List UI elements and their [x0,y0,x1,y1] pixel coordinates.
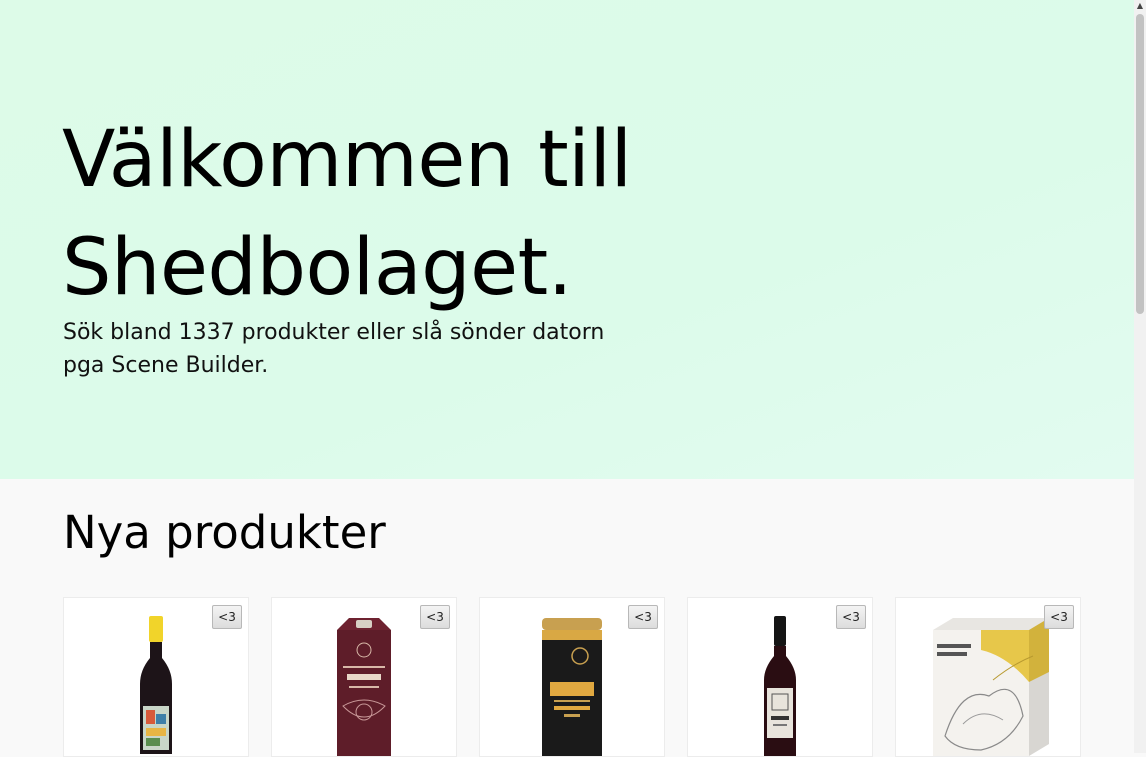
bag-in-box-image [933,618,1049,756]
favorite-button[interactable]: <3 [420,605,450,629]
product-card[interactable]: <3 [63,597,249,757]
product-card[interactable]: <3 [895,597,1081,757]
product-card[interactable]: <3 [479,597,665,757]
hero-banner: Välkommen till Shedbolaget. Sök bland 13… [0,0,1134,479]
wine-can-image [542,618,602,756]
scrollbar-thumb[interactable] [1136,14,1144,314]
vertical-scrollbar[interactable]: ▲ [1134,0,1146,753]
hero-title: Välkommen till Shedbolaget. [62,115,632,313]
hero-subtitle: Sök bland 1337 produkter eller slå sönde… [63,320,605,378]
product-card[interactable]: <3 [687,597,873,757]
wine-carton-image [337,618,391,756]
favorite-button[interactable]: <3 [836,605,866,629]
red-wine-bottle-image [140,616,172,754]
wine-bottle-image [764,616,796,756]
scroll-up-arrow-icon[interactable]: ▲ [1134,0,1146,12]
new-products-heading: Nya produkter [63,506,386,559]
favorite-button[interactable]: <3 [1044,605,1074,629]
favorite-button[interactable]: <3 [212,605,242,629]
product-card[interactable]: <3 [271,597,457,757]
favorite-button[interactable]: <3 [628,605,658,629]
product-list: <3 <3 <3 <3 <3 [63,597,1103,757]
